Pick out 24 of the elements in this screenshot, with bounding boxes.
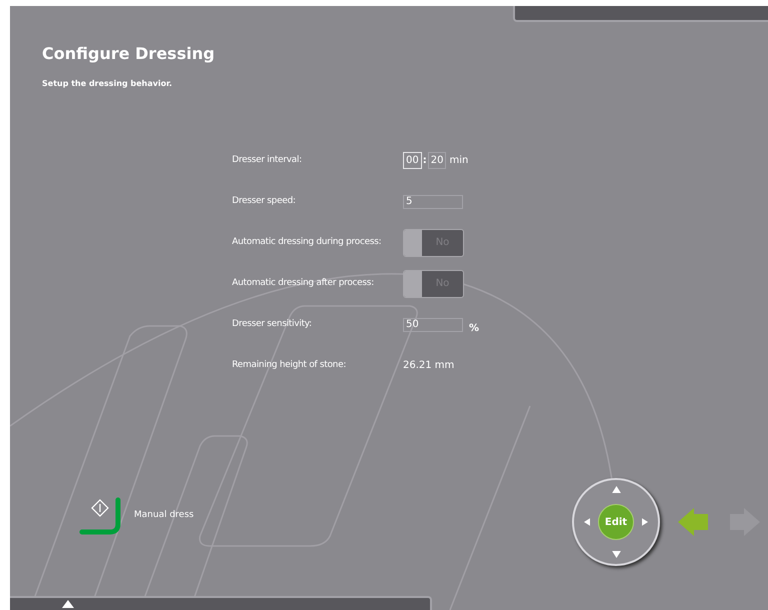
page-subtitle: Setup the dressing behavior. — [42, 78, 172, 90]
manual-dress-label: Manual dress — [134, 509, 194, 522]
field-label: Automatic dressing after process: — [232, 276, 375, 290]
right-arrow-icon[interactable] — [642, 518, 648, 526]
field-label: Dresser sensitivity: — [232, 318, 313, 331]
field-label: Dresser speed: — [232, 194, 296, 208]
page-title: Configure Dressing — [42, 43, 215, 65]
time-segment-field[interactable]: 00 — [403, 152, 422, 169]
field-label: Remaining height of stone: — [232, 358, 347, 372]
up-arrow-icon[interactable] — [62, 600, 74, 608]
input-field[interactable]: 50 — [403, 318, 463, 332]
readout-value: 26.21 mm — [403, 359, 454, 373]
up-arrow-icon[interactable] — [612, 486, 620, 493]
time-separator: : — [422, 154, 427, 168]
input-field[interactable]: 5 — [403, 194, 463, 208]
left-arrow-icon[interactable] — [584, 518, 590, 526]
time-segment-field[interactable]: 20 — [428, 152, 446, 169]
down-arrow-icon[interactable] — [612, 551, 620, 558]
unit-label: min — [449, 154, 468, 168]
unit-label: % — [469, 322, 480, 336]
field-label: Automatic dressing during process: — [232, 236, 382, 249]
edit-button[interactable]: Edit — [598, 504, 634, 540]
field-label: Dresser interval: — [232, 154, 303, 167]
direction-pad[interactable]: Edit — [572, 478, 660, 566]
